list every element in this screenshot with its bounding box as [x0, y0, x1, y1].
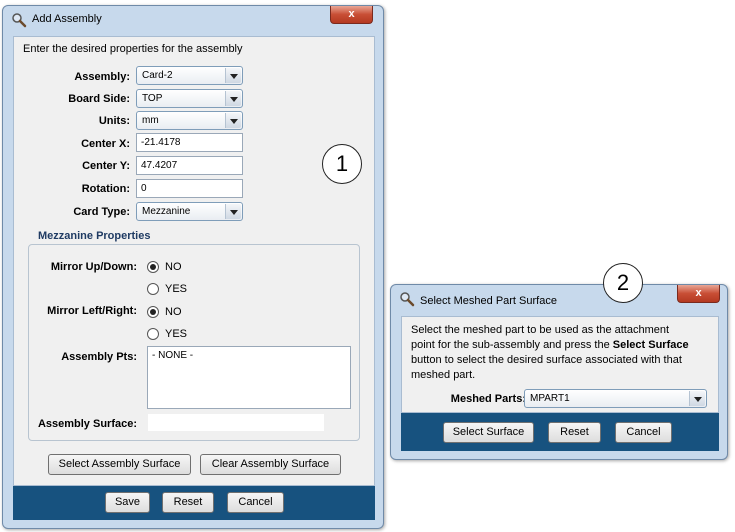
add-assembly-dialog: Add Assembly x Enter the desired propert…	[2, 5, 384, 529]
center-y-value: 47.4207	[141, 160, 178, 171]
title-bar[interactable]: Select Meshed Part Surface x	[391, 285, 727, 311]
clear-assembly-surface-button[interactable]: Clear Assembly Surface	[200, 454, 341, 475]
select-meshed-part-dialog: Select Meshed Part Surface x Select the …	[390, 284, 728, 460]
chevron-down-icon	[225, 204, 241, 219]
reset-button[interactable]: Reset	[548, 422, 601, 443]
center-x-label: Center X:	[81, 138, 130, 150]
mirror-left-right-yes-radio[interactable]	[147, 328, 159, 340]
callout-marker-1: 1	[322, 144, 362, 184]
rotation-value: 0	[141, 183, 147, 194]
meshed-parts-select[interactable]: MPART1	[524, 389, 707, 408]
content-panel: Select the meshed part to be used as the…	[401, 316, 719, 413]
mirror-left-right-no-label: NO	[165, 306, 182, 318]
dialog-title: Add Assembly	[32, 13, 102, 25]
rotation-input[interactable]: 0	[136, 179, 243, 198]
units-select[interactable]: mm	[136, 111, 243, 130]
button-bar: Select Surface Reset Cancel	[401, 413, 719, 451]
assembly-pts-list[interactable]: - NONE -	[147, 346, 351, 409]
chevron-down-icon	[225, 91, 241, 106]
mirror-left-right-no-radio[interactable]	[147, 306, 159, 318]
mirror-up-down-label: Mirror Up/Down:	[50, 261, 137, 273]
mirror-up-down-no-label: NO	[165, 261, 182, 273]
instructions-select-surface-emphasis: Select Surface	[612, 339, 689, 351]
rotation-label: Rotation:	[81, 183, 130, 195]
chevron-down-icon	[225, 68, 241, 83]
units-value: mm	[142, 115, 159, 126]
instructions-line-4: meshed part.	[411, 369, 476, 381]
center-y-label: Center Y:	[82, 160, 130, 172]
board-side-value: TOP	[142, 93, 163, 104]
assembly-select[interactable]: Card-2	[136, 66, 243, 85]
close-button[interactable]: x	[677, 285, 720, 303]
meshed-parts-label: Meshed Parts:	[450, 393, 526, 405]
title-bar[interactable]: Add Assembly x	[3, 6, 383, 32]
mirror-up-down-no-radio[interactable]	[147, 261, 159, 273]
cancel-button[interactable]: Cancel	[227, 492, 284, 513]
reset-button[interactable]: Reset	[162, 492, 214, 513]
magnifier-icon	[400, 292, 415, 307]
center-x-value: -21.4178	[141, 137, 181, 148]
instructions-line-1: Select the meshed part to be used as the…	[411, 324, 670, 336]
mezzanine-heading: Mezzanine Properties	[38, 230, 151, 242]
select-assembly-surface-button[interactable]: Select Assembly Surface	[48, 454, 191, 475]
assembly-value: Card-2	[142, 70, 173, 81]
assembly-pts-label: Assembly Pts:	[61, 351, 137, 363]
select-surface-button[interactable]: Select Surface	[443, 422, 534, 443]
mirror-up-down-yes-radio[interactable]	[147, 283, 159, 295]
assembly-surface-field	[147, 413, 325, 432]
content-panel: Enter the desired properties for the ass…	[13, 36, 375, 486]
chevron-down-icon	[225, 113, 241, 128]
instructions-line-2-text: point for the sub-assembly and press the	[411, 339, 613, 351]
instructions-line-2: point for the sub-assembly and press the…	[411, 339, 689, 351]
callout-marker-2: 2	[603, 263, 643, 303]
button-bar: Save Reset Cancel	[13, 486, 375, 520]
chevron-down-icon	[689, 391, 705, 406]
intro-text: Enter the desired properties for the ass…	[23, 43, 243, 55]
assembly-pts-value: - NONE -	[152, 350, 194, 361]
mezzanine-group: Mirror Up/Down: NO YES Mirror Left/Right…	[28, 244, 360, 441]
mirror-up-down-yes-label: YES	[165, 283, 188, 295]
center-y-input[interactable]: 47.4207	[136, 156, 243, 175]
units-label: Units:	[98, 115, 130, 127]
save-button[interactable]: Save	[105, 492, 150, 513]
cancel-button[interactable]: Cancel	[615, 422, 672, 443]
board-side-label: Board Side:	[68, 93, 130, 105]
mirror-left-right-label: Mirror Left/Right:	[47, 305, 137, 317]
dialog-title: Select Meshed Part Surface	[420, 295, 557, 307]
mirror-left-right-yes-label: YES	[165, 328, 188, 340]
assembly-surface-label: Assembly Surface:	[37, 418, 137, 430]
card-type-select[interactable]: Mezzanine	[136, 202, 243, 221]
instructions-line-3: button to select the desired surface ass…	[411, 354, 682, 366]
assembly-label: Assembly:	[74, 71, 130, 83]
magnifier-icon	[12, 13, 27, 28]
board-side-select[interactable]: TOP	[136, 89, 243, 108]
meshed-parts-value: MPART1	[530, 393, 570, 404]
card-type-value: Mezzanine	[142, 206, 191, 217]
close-button[interactable]: x	[330, 6, 373, 24]
card-type-label: Card Type:	[73, 206, 130, 218]
center-x-input[interactable]: -21.4178	[136, 133, 243, 152]
